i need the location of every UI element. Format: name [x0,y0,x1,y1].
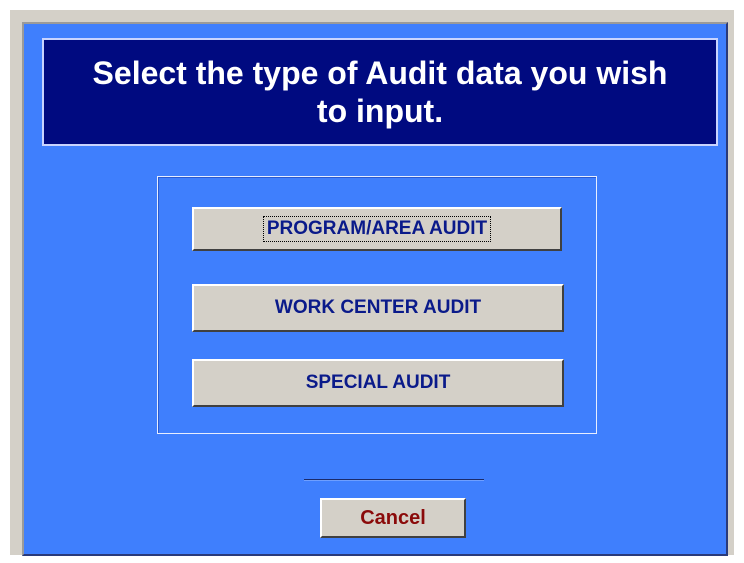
special-audit-button[interactable]: SPECIAL AUDIT [192,359,564,407]
cancel-label: Cancel [360,506,426,529]
cancel-button[interactable]: Cancel [320,498,466,538]
dialog-header: Select the type of Audit data you wish t… [42,38,718,146]
footer-divider [304,479,484,481]
program-area-audit-button[interactable]: PROGRAM/AREA AUDIT [192,207,562,251]
special-audit-label: SPECIAL AUDIT [305,372,451,393]
program-area-audit-label: PROGRAM/AREA AUDIT [262,216,492,242]
work-center-audit-button[interactable]: WORK CENTER AUDIT [192,284,564,332]
audit-type-dialog: Select the type of Audit data you wish t… [22,22,728,556]
work-center-audit-label: WORK CENTER AUDIT [274,297,482,318]
dialog-title: Select the type of Audit data you wish t… [92,55,668,129]
